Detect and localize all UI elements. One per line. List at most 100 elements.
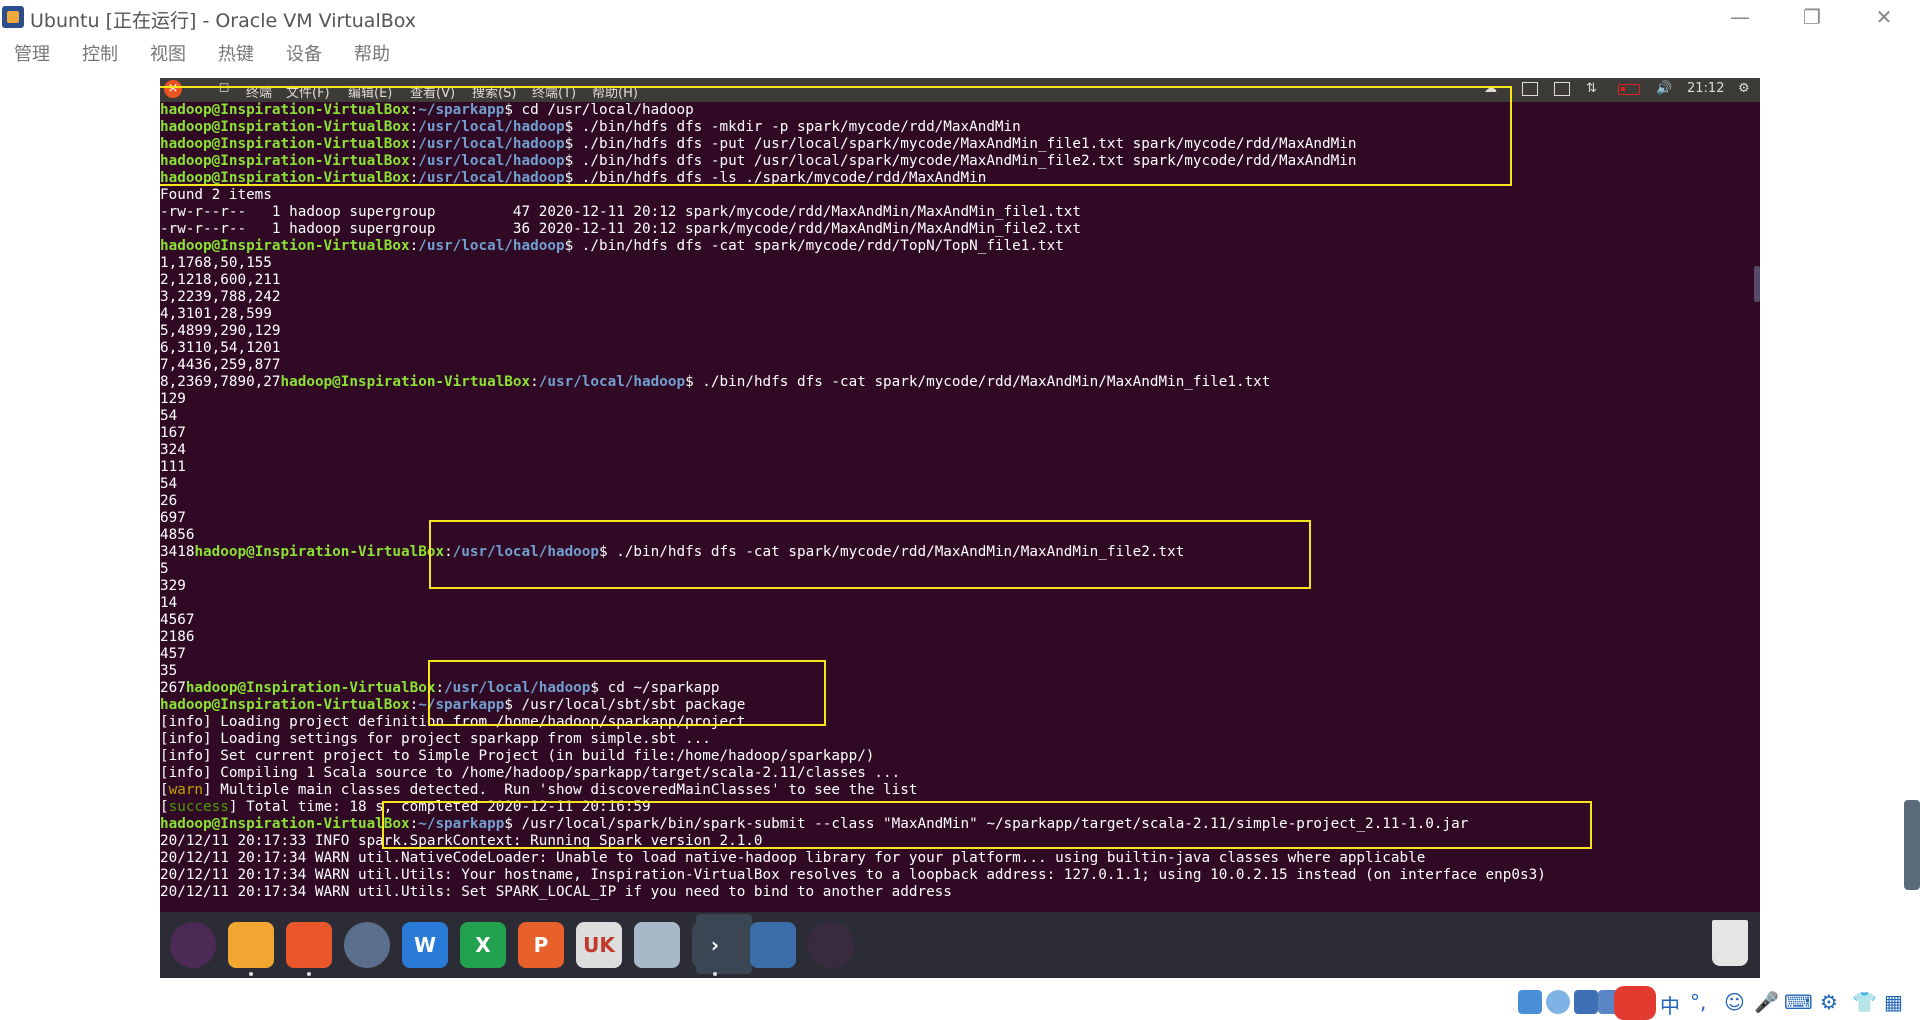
network-icon[interactable]: ⇅ <box>1586 81 1597 99</box>
terminal-output-line: 14 <box>160 595 1760 612</box>
firefox-icon[interactable] <box>286 922 332 968</box>
audio-icon[interactable] <box>1574 990 1598 1014</box>
rhythmbox-icon[interactable] <box>808 922 854 968</box>
menu-view[interactable]: 视图 <box>150 40 186 66</box>
ime-language[interactable]: 中 <box>1660 990 1680 1019</box>
volume-icon[interactable]: 🔊 <box>1656 81 1672 99</box>
terminal-prompt-line: 8,2369,7890,27hadoop@Inspiration-Virtual… <box>160 374 1760 391</box>
terminal-output-text: 1,1768,50,155 <box>160 255 272 271</box>
terminal-output-text: 35 <box>160 663 178 679</box>
software-label: UK <box>583 933 615 957</box>
log-bracket: [ <box>160 799 169 815</box>
menu-control[interactable]: 控制 <box>82 40 118 66</box>
terminal-output-line: [info] Loading project definition from /… <box>160 714 1760 731</box>
sogou-ime-icon[interactable] <box>1614 986 1656 1020</box>
terminal-output-text: 4567 <box>160 612 195 628</box>
terminal-output-text: 129 <box>160 391 186 407</box>
terminal-output-line: [info] Set current project to Simple Pro… <box>160 748 1760 765</box>
terminal-prompt-line: hadoop@Inspiration-VirtualBox:~/sparkapp… <box>160 697 1760 714</box>
prompt-command: ./bin/hdfs dfs -cat spark/mycode/rdd/Top… <box>573 238 1064 254</box>
terminal-output-line: 129 <box>160 391 1760 408</box>
highlight-box-sbt-package <box>428 660 826 726</box>
writer-icon[interactable]: W <box>402 922 448 968</box>
ime-punctuation[interactable]: °, <box>1690 990 1706 1014</box>
terminal-output-line: 35 <box>160 663 1760 680</box>
ime-tools-icon[interactable]: ⚙ <box>1820 990 1838 1014</box>
close-button[interactable]: ✕ <box>1864 4 1904 30</box>
terminal-output-text: 267 <box>160 680 186 696</box>
terminal-output-line: 26 <box>160 493 1760 510</box>
terminal-output-text: 20/12/11 20:17:34 WARN util.Utils: Your … <box>160 867 1546 883</box>
clock[interactable]: 21:12 <box>1687 81 1724 99</box>
dock-running-indicator <box>249 972 253 976</box>
menu-hotkeys[interactable]: 热键 <box>218 40 254 66</box>
prompt-user: hadoop@Inspiration-VirtualBox <box>160 697 410 713</box>
menu-help[interactable]: 帮助 <box>354 40 390 66</box>
workspaces-icon[interactable] <box>750 922 796 968</box>
emoji-icon[interactable]: ☺ <box>1724 990 1745 1014</box>
terminal-output-text: 2186 <box>160 629 195 645</box>
software-icon[interactable]: UK <box>576 922 622 968</box>
trash-icon[interactable] <box>1712 920 1748 966</box>
optical-drive-icon[interactable] <box>1546 990 1570 1014</box>
terminal-output-text: 111 <box>160 459 186 475</box>
settings-gear-icon[interactable]: ⚙ <box>1738 81 1750 99</box>
impress-label: P <box>533 933 549 957</box>
terminal-output-text: 8,2369,7890,27 <box>160 374 281 390</box>
calc-icon[interactable]: X <box>460 922 506 968</box>
skin-icon[interactable]: 👕 <box>1852 990 1877 1014</box>
virtualbox-icon <box>2 6 24 28</box>
terminal-scrollbar[interactable] <box>1754 266 1760 302</box>
soft-keyboard-icon[interactable]: ⌨ <box>1784 990 1813 1014</box>
ubuntu-icon[interactable] <box>170 922 216 968</box>
terminal-prompt-line: hadoop@Inspiration-VirtualBox:/usr/local… <box>160 238 1760 255</box>
terminal-output-text: 2,1218,600,211 <box>160 272 281 288</box>
impress-icon[interactable]: P <box>518 922 564 968</box>
storage-icon[interactable] <box>1518 990 1542 1014</box>
battery-icon[interactable] <box>1618 84 1640 95</box>
minimize-button[interactable]: — <box>1720 4 1760 30</box>
menu-devices[interactable]: 设备 <box>286 40 322 66</box>
host-menubar: 管理 控制 视图 热键 设备 帮助 <box>0 36 1920 66</box>
terminal-output-line: 2186 <box>160 629 1760 646</box>
prompt-dollar: $ <box>685 374 694 390</box>
chromium-icon[interactable] <box>344 922 390 968</box>
terminal-output-text: 329 <box>160 578 186 594</box>
prompt-command: ./bin/hdfs dfs -cat spark/mycode/rdd/Max… <box>693 374 1271 390</box>
keyboard-icon[interactable] <box>1522 82 1538 96</box>
terminal-output-text: 20/12/11 20:17:34 WARN util.NativeCodeLo… <box>160 850 1426 866</box>
side-indicator <box>1904 800 1920 890</box>
terminal-output-text: 14 <box>160 595 178 611</box>
terminal-output-text: [info] Loading settings for project spar… <box>160 731 711 747</box>
terminal-output-text: 26 <box>160 493 178 509</box>
terminal-icon[interactable]: › <box>692 922 738 968</box>
restore-button[interactable]: ❐ <box>1792 4 1832 30</box>
terminal-output-line: 457 <box>160 646 1760 663</box>
terminal-label: › <box>710 933 720 957</box>
terminal-output-line: 324 <box>160 442 1760 459</box>
prompt-path: /usr/local/hadoop <box>418 238 565 254</box>
microphone-icon[interactable]: 🎤 <box>1754 990 1779 1014</box>
ssh-icon[interactable] <box>634 922 680 968</box>
terminal-output-line: 54 <box>160 408 1760 425</box>
prompt-sep: : <box>409 238 419 254</box>
dock-running-indicator <box>713 972 717 976</box>
terminal-output-line: [warn] Multiple main classes detected. R… <box>160 782 1760 799</box>
terminal-output-line: 2,1218,600,211 <box>160 272 1760 289</box>
terminal-output-text: 4,3101,28,599 <box>160 306 272 322</box>
terminal-output[interactable]: hadoop@Inspiration-VirtualBox:~/sparkapp… <box>160 102 1760 912</box>
input-method-icon[interactable] <box>1554 82 1570 96</box>
prompt-user: hadoop@Inspiration-VirtualBox <box>160 238 410 254</box>
calc-label: X <box>475 933 491 957</box>
terminal-output-text: 324 <box>160 442 186 458</box>
ime-menu-icon[interactable]: ▦ <box>1884 990 1903 1014</box>
terminal-output-line: 111 <box>160 459 1760 476</box>
menu-manage[interactable]: 管理 <box>14 40 50 66</box>
prompt-user: hadoop@Inspiration-VirtualBox <box>194 544 445 560</box>
terminal-output-text: 5,4899,290,129 <box>160 323 281 339</box>
guest-screen[interactable]: × — ◻ 终端 文件(F) 编辑(E) 查看(V) 搜索(S) 终端(T) 帮… <box>160 78 1760 978</box>
terminal-output-text: 5 <box>160 561 169 577</box>
terminal-output-text: 6,3110,54,1201 <box>160 340 281 356</box>
files-icon[interactable] <box>228 922 274 968</box>
terminal-output-line: 167 <box>160 425 1760 442</box>
